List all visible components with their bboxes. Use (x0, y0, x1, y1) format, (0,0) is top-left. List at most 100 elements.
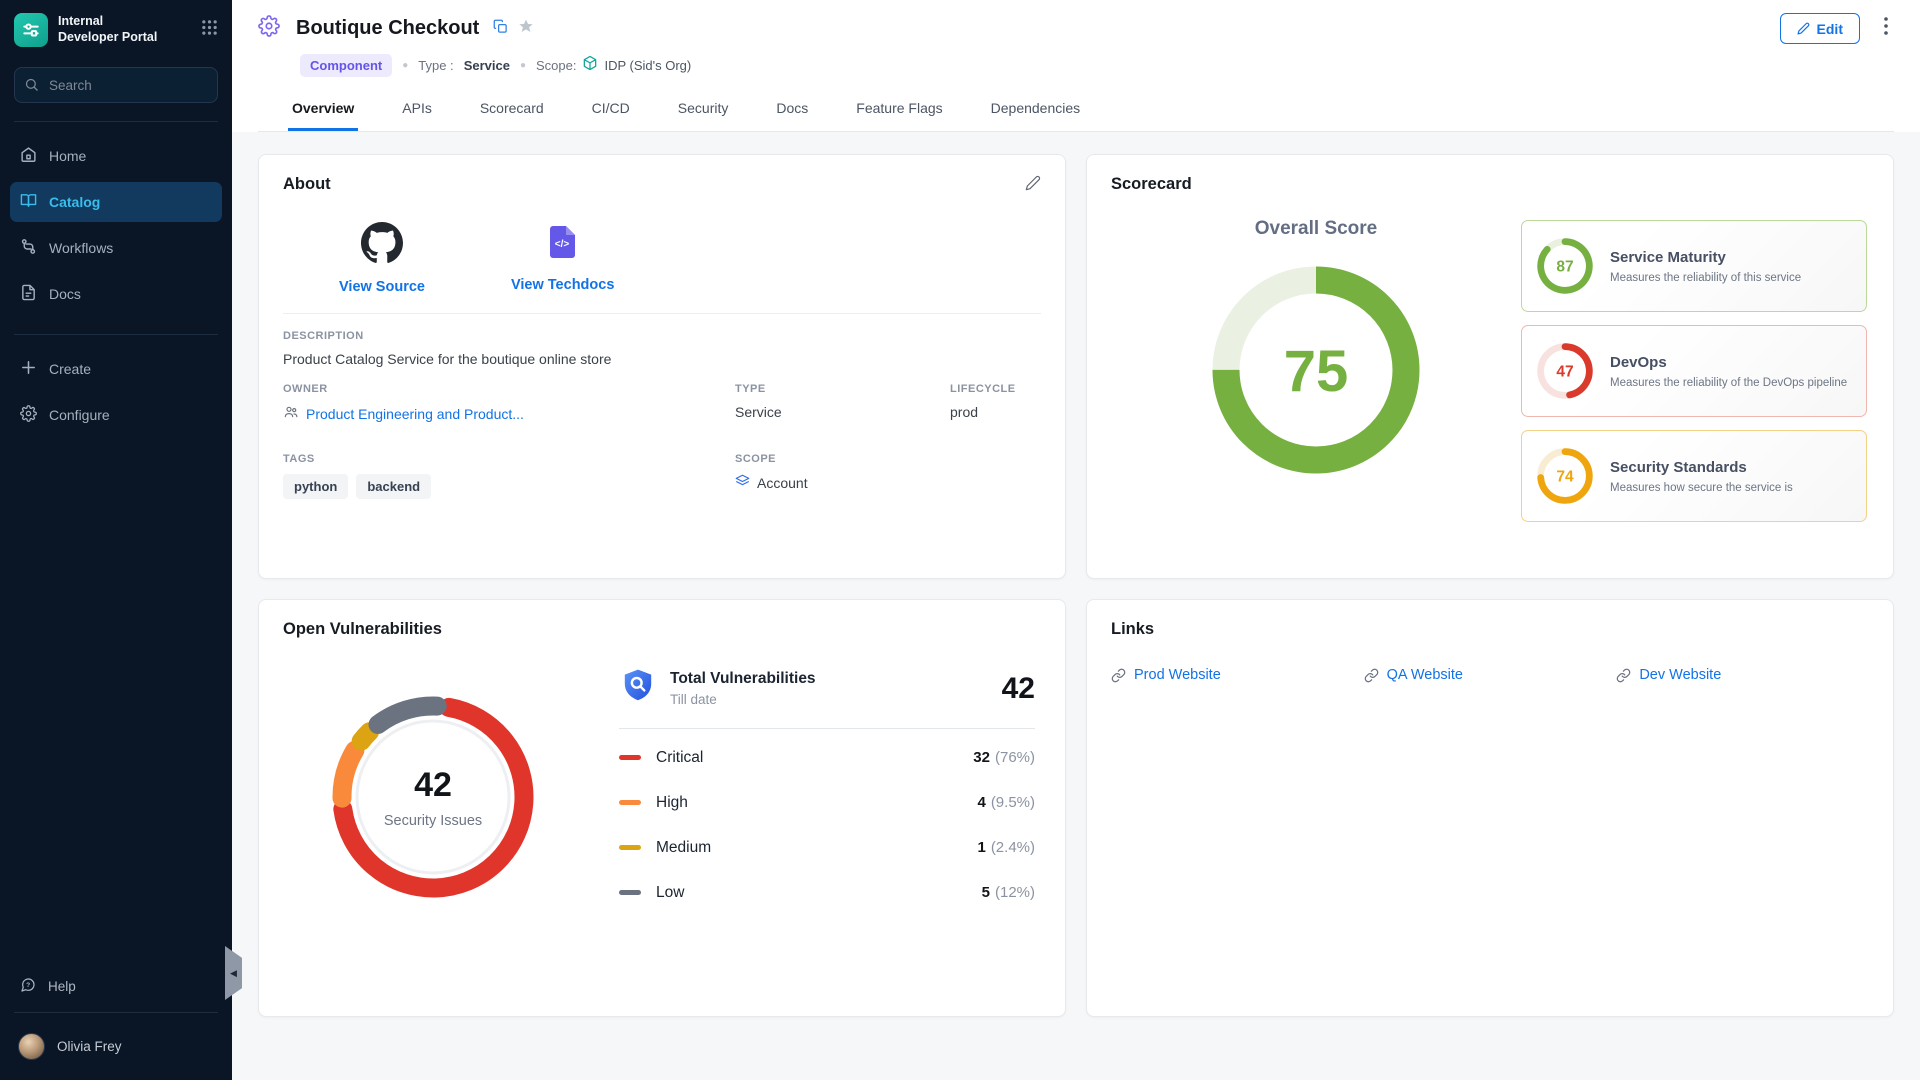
severity-count: 32 (973, 749, 990, 766)
sidebar-item-label: Workflows (49, 240, 113, 256)
svg-text:?: ? (26, 982, 30, 989)
tab-overview[interactable]: Overview (288, 87, 358, 131)
severity-label: High (656, 794, 688, 812)
sidebar: Internal Developer Portal (0, 0, 232, 1080)
tag-chip[interactable]: python (283, 474, 348, 499)
sidebar-item-label: Home (49, 148, 86, 164)
score-item-devops[interactable]: 47 DevOps Measures the reliability of th… (1521, 325, 1867, 417)
severity-count: 5 (982, 884, 990, 901)
vulnerabilities-title: Open Vulnerabilities (283, 620, 1041, 639)
critical-legend-dash (619, 755, 641, 760)
till-date-label: Till date (670, 692, 816, 707)
view-techdocs-link[interactable]: </> View Techdocs (511, 222, 614, 295)
severity-percent: (12%) (995, 884, 1035, 901)
gear-icon (20, 405, 37, 425)
about-divider (283, 313, 1041, 314)
link-icon (1364, 668, 1379, 683)
type-label: Type : (418, 58, 453, 73)
sidebar-item-label: Configure (49, 407, 110, 423)
score-item-security-standards[interactable]: 74 Security Standards Measures how secur… (1521, 430, 1867, 522)
edit-button[interactable]: Edit (1780, 13, 1860, 44)
sidebar-item-workflows[interactable]: Workflows (10, 228, 222, 268)
about-edit-pencil-icon[interactable] (1025, 175, 1041, 196)
score-item-desc: Measures the reliability of this service (1610, 272, 1801, 284)
shield-scan-icon (619, 667, 657, 710)
pencil-icon (1797, 22, 1810, 35)
scorecard-title: Scorecard (1111, 175, 1869, 194)
sidebar-item-docs[interactable]: Docs (10, 274, 222, 314)
breadcrumb-dot: ● (402, 60, 408, 71)
star-icon[interactable] (518, 18, 534, 39)
svg-text:74: 74 (1556, 469, 1574, 486)
sidebar-item-catalog[interactable]: Catalog (10, 182, 222, 222)
sidebar-item-home[interactable]: Home (10, 136, 222, 176)
svg-text:87: 87 (1556, 259, 1573, 276)
link-prod-website[interactable]: Prod Website (1111, 667, 1364, 683)
sidebar-item-create[interactable]: Create (10, 349, 222, 389)
tab-dependencies[interactable]: Dependencies (987, 87, 1085, 131)
severity-count: 4 (977, 794, 985, 811)
vuln-row-critical: Critical 32 (76%) (619, 735, 1035, 780)
tab-apis[interactable]: APIs (398, 87, 436, 131)
severity-label: Medium (656, 839, 711, 857)
score-list: 87 Service Maturity Measures the reliabi… (1521, 220, 1867, 522)
about-scope-field: SCOPE Account (735, 453, 950, 499)
vuln-row-low: Low 5 (12%) (619, 870, 1035, 915)
view-source-link[interactable]: View Source (339, 222, 425, 295)
score-item-title: Service Maturity (1610, 249, 1801, 266)
link-dev-website[interactable]: Dev Website (1616, 667, 1869, 683)
content-grid: About View Source (232, 132, 1920, 1017)
score-item-title: Security Standards (1610, 459, 1793, 476)
lifecycle-label: LIFECYCLE (950, 383, 1041, 395)
link-icon (1111, 668, 1126, 683)
catalog-icon (20, 192, 37, 212)
breadcrumb-dot: ● (520, 60, 526, 71)
brand: Internal Developer Portal (0, 0, 232, 57)
description-value: Product Catalog Service for the boutique… (283, 351, 1041, 367)
user-menu[interactable]: Olivia Frey (0, 1019, 232, 1080)
overall-score-label: Overall Score (1255, 218, 1378, 240)
link-icon (1616, 668, 1631, 683)
sidebar-divider (14, 121, 218, 122)
sidebar-item-help[interactable]: ? Help (0, 967, 232, 1006)
entity-kind-badge[interactable]: Component (300, 54, 392, 77)
svg-text:75: 75 (1284, 339, 1349, 404)
tab-cicd[interactable]: CI/CD (588, 87, 634, 131)
about-card: About View Source (258, 154, 1066, 579)
tag-chip[interactable]: backend (356, 474, 431, 499)
sidebar-item-label: Catalog (49, 194, 100, 210)
low-legend-dash (619, 890, 641, 895)
link-qa-website[interactable]: QA Website (1364, 667, 1617, 683)
total-vuln-value: 42 (1002, 672, 1035, 706)
owner-value: Product Engineering and Product... (306, 406, 524, 422)
scope-value: IDP (Sid's Org) (604, 58, 691, 73)
page-title: Boutique Checkout (296, 17, 479, 40)
brand-name: Internal Developer Portal (58, 14, 191, 45)
high-legend-dash (619, 800, 641, 805)
owner-label: OWNER (283, 383, 735, 395)
apps-grid-icon[interactable] (201, 19, 218, 41)
overall-score-donut-chart: 75 (1200, 254, 1432, 486)
sidebar-actions: Create Configure (0, 349, 232, 441)
home-icon (20, 146, 37, 166)
sidebar-item-label: Docs (49, 286, 81, 302)
scope-field-value: Account (757, 475, 808, 491)
copy-icon[interactable] (493, 19, 508, 39)
score-item-service-maturity[interactable]: 87 Service Maturity Measures the reliabi… (1521, 220, 1867, 312)
score-ring-chart: 87 (1536, 237, 1594, 295)
lifecycle-value: prod (950, 404, 1041, 420)
about-tags-field: TAGS python backend (283, 453, 735, 499)
search-input[interactable] (14, 67, 218, 103)
type-field-label: TYPE (735, 383, 950, 395)
tab-docs[interactable]: Docs (772, 87, 812, 131)
owner-link[interactable]: Product Engineering and Product... (283, 404, 735, 423)
avatar (18, 1033, 45, 1060)
cube-icon (582, 55, 598, 76)
sidebar-item-configure[interactable]: Configure (10, 395, 222, 435)
scope-field-label: SCOPE (735, 453, 950, 465)
tab-feature-flags[interactable]: Feature Flags (852, 87, 946, 131)
tab-security[interactable]: Security (674, 87, 733, 131)
kebab-menu-icon[interactable] (1878, 15, 1894, 42)
score-ring-chart: 74 (1536, 447, 1594, 505)
tab-scorecard[interactable]: Scorecard (476, 87, 548, 131)
